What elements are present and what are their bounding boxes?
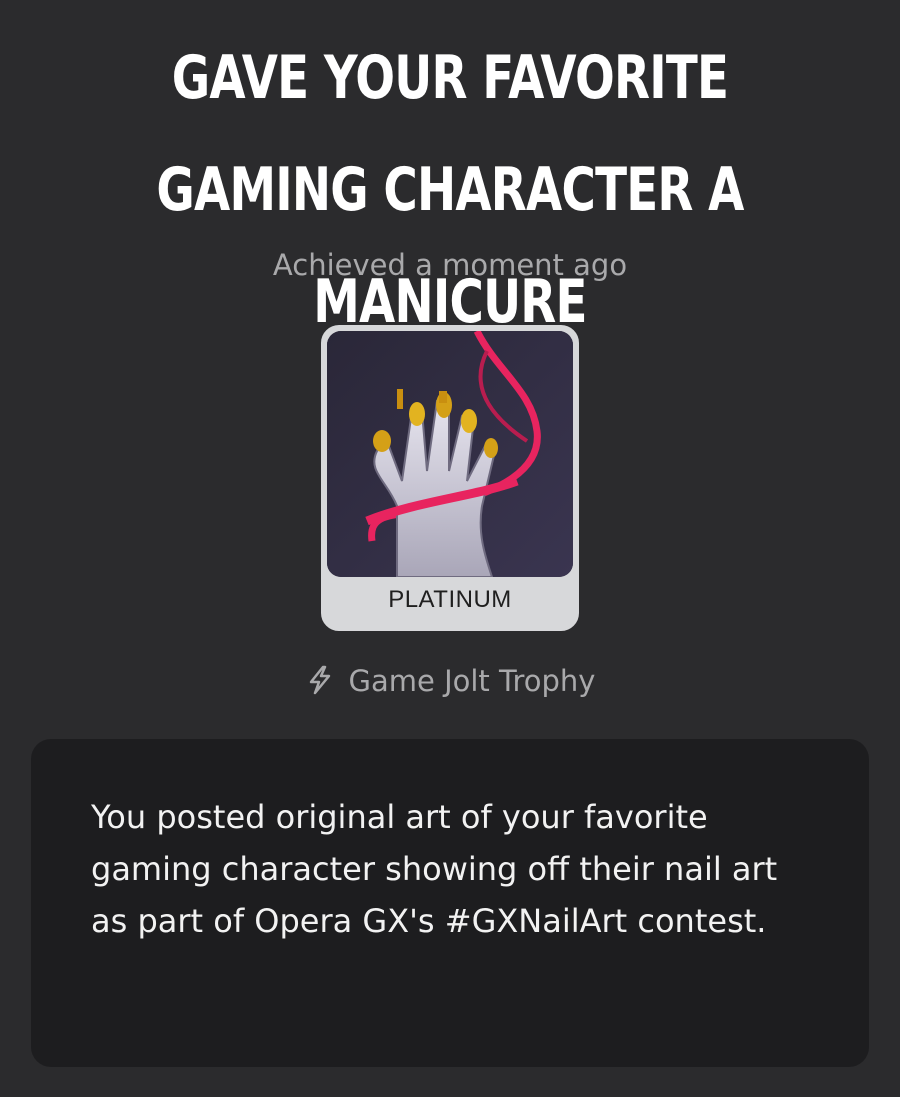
achieved-timestamp: Achieved a moment ago (272, 248, 628, 282)
trophy-artwork (327, 331, 573, 577)
description-card: You posted original art of your favorite… (31, 739, 869, 1067)
bolt-icon (305, 665, 335, 702)
trophy-source-label: Game Jolt Trophy (348, 664, 596, 698)
trophy-title: GAVE YOUR FAVORITE GAMING CHARACTER A MA… (156, 43, 744, 337)
trophy-source: Game Jolt Trophy (0, 664, 900, 702)
trophy-badge: PLATINUM (321, 325, 579, 631)
trophy-tier-label: PLATINUM (388, 586, 512, 613)
trophy-description: You posted original art of your favorite… (91, 798, 778, 940)
